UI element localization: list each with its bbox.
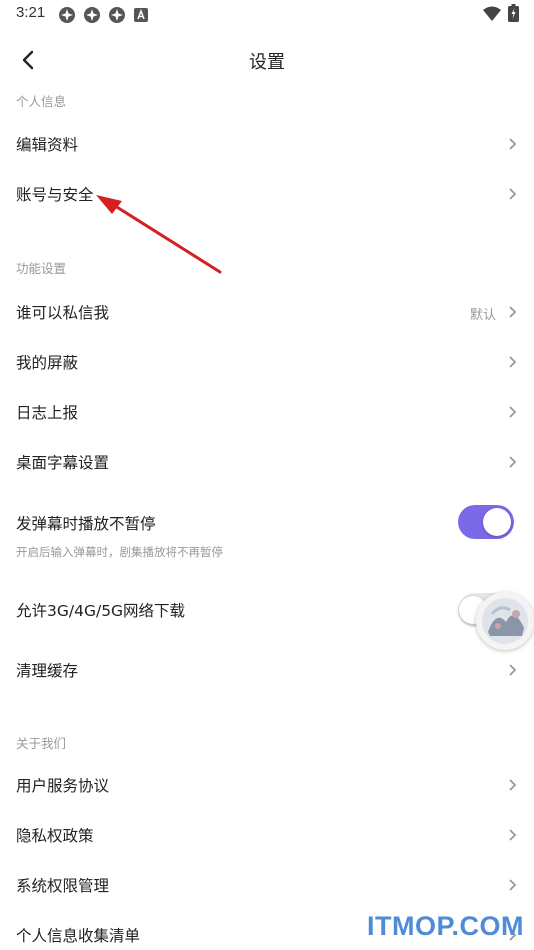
- section-header-personal: 个人信息: [16, 94, 67, 109]
- chevron-right-icon: [509, 356, 517, 368]
- status-time: 3:21: [16, 4, 46, 21]
- page-title: 设置: [249, 52, 285, 73]
- chevron-right-icon: [509, 829, 517, 841]
- section-header-about: 关于我们: [16, 736, 67, 751]
- settings-item-log-report[interactable]: 日志上报: [0, 387, 534, 437]
- settings-item-label: 日志上报: [16, 404, 79, 422]
- settings-item-label: 编辑资料: [16, 136, 79, 154]
- settings-item-my-blocked[interactable]: 我的屏蔽: [0, 337, 534, 387]
- settings-item-desktop-subtitle[interactable]: 桌面字幕设置: [0, 437, 534, 487]
- chevron-right-icon: [509, 456, 517, 468]
- settings-item-description: 开启后输入弹幕时，剧集播放将不再暂停: [16, 545, 223, 559]
- danmaku-no-pause-toggle[interactable]: [458, 505, 514, 539]
- app-notification-icon: [109, 7, 125, 23]
- floating-bubble-image-icon: [482, 598, 528, 644]
- battery-icon: [508, 4, 519, 22]
- chevron-right-icon: [509, 138, 517, 150]
- settings-item-label: 发弹幕时播放不暂停: [16, 515, 156, 533]
- status-bar: 3:21: [0, 0, 534, 28]
- chevron-right-icon: [509, 664, 517, 676]
- section-header-function: 功能设置: [16, 261, 67, 276]
- settings-item-label: 允许3G/4G/5G网络下载: [16, 602, 186, 620]
- settings-item-label: 账号与安全: [16, 186, 94, 204]
- settings-item-user-agreement[interactable]: 用户服务协议: [0, 760, 534, 810]
- settings-item-clear-cache[interactable]: 清理缓存: [0, 645, 534, 695]
- settings-item-danmaku-no-pause: 发弹幕时播放不暂停 开启后输入弹幕时，剧集播放将不再暂停: [0, 495, 534, 573]
- settings-item-permission-management[interactable]: 系统权限管理: [0, 860, 534, 910]
- chevron-right-icon: [509, 406, 517, 418]
- chevron-right-icon: [509, 306, 517, 318]
- settings-item-label: 我的屏蔽: [16, 354, 79, 372]
- settings-item-label: 清理缓存: [16, 662, 79, 680]
- floating-bubble-avatar[interactable]: [476, 592, 534, 650]
- wifi-icon: [483, 6, 501, 21]
- toggle-knob: [483, 508, 511, 536]
- settings-item-value: 默认: [469, 308, 496, 323]
- chevron-right-icon: [509, 879, 517, 891]
- settings-item-edit-profile[interactable]: 编辑资料: [0, 119, 534, 169]
- chevron-right-icon: [509, 188, 517, 200]
- app-notification-icon: [84, 7, 100, 23]
- chevron-right-icon: [509, 779, 517, 791]
- settings-item-privacy-policy[interactable]: 隐私权政策: [0, 810, 534, 860]
- settings-item-label: 谁可以私信我: [16, 304, 110, 322]
- settings-item-label: 桌面字幕设置: [16, 454, 110, 472]
- watermark-text: ITMOP.COM: [366, 911, 524, 941]
- settings-item-allow-mobile-download: 允许3G/4G/5G网络下载: [0, 585, 534, 635]
- settings-item-account-security[interactable]: 账号与安全: [0, 169, 534, 219]
- settings-item-label: 隐私权政策: [16, 827, 94, 845]
- settings-item-label: 系统权限管理: [16, 877, 110, 895]
- settings-item-who-can-message[interactable]: 谁可以私信我 默认: [0, 287, 534, 337]
- app-header: 设置: [0, 38, 534, 82]
- a-notification-icon: [134, 8, 148, 22]
- settings-item-label: 用户服务协议: [16, 777, 110, 795]
- app-notification-icon: [59, 7, 75, 23]
- settings-item-label: 个人信息收集清单: [16, 927, 141, 945]
